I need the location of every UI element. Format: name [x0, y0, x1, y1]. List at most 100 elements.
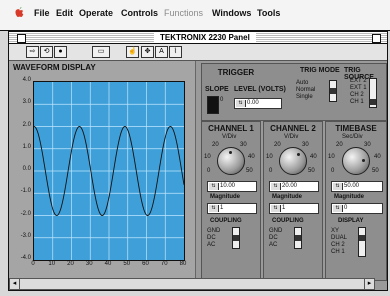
y-tick-label: -2.0	[20, 210, 31, 217]
menu-edit[interactable]: Edit	[56, 8, 73, 18]
waveform-svg	[33, 82, 185, 260]
trig-source-ch2: CH 2	[350, 92, 364, 98]
display-switch[interactable]	[358, 227, 366, 257]
window-title: TEKTRONIX 2230 Panel	[154, 32, 256, 43]
timebase-input[interactable]: ⇅ 50.00	[331, 181, 383, 192]
x-tick-label: 60	[142, 261, 149, 267]
channel1-coupling-switch[interactable]	[232, 227, 240, 249]
channel1-scale-20: 20	[212, 142, 219, 148]
channel2-section: CHANNEL 2 V/Div 20 30 10 40 0 50 ⇅ 20.00 …	[263, 121, 323, 281]
scroll-left-icon[interactable]: ◂	[10, 279, 20, 289]
trig-mode-switch[interactable]	[329, 80, 337, 102]
trig-mode-auto: Auto	[296, 80, 309, 86]
timebase-mag-label: Magnitude	[334, 194, 364, 200]
display-dual: DUAL	[331, 235, 348, 241]
channel2-coupling-ac: AC	[269, 242, 278, 248]
timebase-scale-40: 40	[374, 154, 381, 160]
wiring-icon[interactable]: ⌇	[169, 46, 182, 58]
menu-operate[interactable]: Operate	[79, 8, 113, 18]
timebase-title: TIMEBASE	[335, 124, 377, 133]
channel2-volts-knob[interactable]	[279, 147, 307, 175]
menu-functions[interactable]: Functions	[164, 8, 203, 18]
apple-menu-icon[interactable]	[14, 6, 25, 18]
front-panel: WAVEFORM DISPLAY 4.0 3.0 2.0 1.0 0.0 -1.0 -2.0…	[9, 61, 387, 290]
y-tick-label: -1.0	[20, 188, 31, 195]
level-label: LEVEL (VOLTS)	[234, 86, 286, 93]
pause-icon[interactable]: ▭	[92, 46, 110, 58]
channel1-volts-input[interactable]: ⇅ 10.00	[207, 181, 257, 192]
window-title-bar[interactable]: TEKTRONIX 2230 Panel	[9, 32, 387, 44]
timebase-stepper-icon[interactable]: ⇅	[333, 183, 343, 190]
trigger-title: TRIGGER	[217, 68, 255, 77]
channel1-coupling-dc: DC	[207, 235, 216, 241]
stop-icon[interactable]: ●	[54, 46, 67, 58]
channel2-scale-10: 10	[266, 154, 273, 160]
waveform-graph[interactable]	[33, 81, 185, 261]
timebase-mag-stepper-icon[interactable]: ⇅	[333, 205, 343, 212]
timebase-scale-50: 50	[372, 168, 379, 174]
channel1-section: CHANNEL 1 V/Div 20 30 10 40 0 50 ⇅ 10.00 …	[201, 121, 261, 281]
run-arrow-icon[interactable]: ⇨	[26, 46, 39, 58]
trig-mode-single: Single	[296, 94, 313, 100]
x-tick-label: 0	[31, 261, 35, 267]
x-tick-label: 20	[67, 261, 74, 267]
scroll-right-icon[interactable]: ▸	[364, 279, 374, 289]
channel1-volts-knob[interactable]	[217, 147, 245, 175]
trig-source-ext2: EXT 2	[350, 78, 367, 84]
waveform-title: WAVEFORM DISPLAY	[13, 63, 96, 72]
display-label: DISPLAY	[338, 218, 364, 224]
display-ch2: CH 2	[331, 242, 345, 248]
y-tick-label: 3.0	[22, 99, 31, 106]
channel2-coupling-switch[interactable]	[294, 227, 302, 249]
timebase-mag-input[interactable]: ⇅ 0	[331, 203, 383, 214]
waveform-panel: WAVEFORM DISPLAY 4.0 3.0 2.0 1.0 0.0 -1.0 -2.0…	[9, 61, 196, 279]
channel2-scale-40: 40	[310, 154, 317, 160]
horizontal-scrollbar[interactable]: ◂ ▸	[9, 278, 375, 290]
channel2-mag-stepper-icon[interactable]: ⇅	[271, 205, 281, 212]
channel2-volts-input[interactable]: ⇅ 20.00	[269, 181, 319, 192]
timebase-scale-20: 20	[336, 142, 343, 148]
panel-window: TEKTRONIX 2230 Panel ⇨ ⟲ ● ▭ ☝ ✥ A ⌇ WAV…	[8, 31, 388, 291]
trigger-section: TRIGGER SLOPE LEVEL (VOLTS) 0 ⇅ 0.00 TRIG…	[201, 63, 387, 121]
x-tick-label: 30	[85, 261, 93, 267]
channel2-unit: V/Div	[284, 134, 299, 140]
text-tool-icon[interactable]: A	[155, 46, 168, 58]
channel2-coupling-dc: DC	[269, 235, 278, 241]
menu-tools[interactable]: Tools	[257, 8, 280, 18]
channel1-coupling-ac: AC	[207, 242, 216, 248]
y-tick-label: -3.0	[20, 232, 31, 239]
operate-hand-icon[interactable]: ☝	[126, 46, 139, 58]
slope-toggle[interactable]	[207, 96, 219, 114]
display-ch1: CH 1	[331, 249, 345, 255]
level-input[interactable]: ⇅ 0.00	[234, 98, 282, 109]
level-stepper-icon[interactable]: ⇅	[236, 100, 246, 107]
trig-source-ch1: CH 1	[350, 99, 364, 105]
channel1-mag-input[interactable]: ⇅ 1	[207, 203, 257, 214]
display-xy: XY	[331, 228, 340, 234]
slope-label: SLOPE	[205, 86, 229, 93]
close-box-icon[interactable]	[17, 34, 26, 43]
channel2-stepper-icon[interactable]: ⇅	[271, 183, 281, 190]
run-continuous-icon[interactable]: ⟲	[40, 46, 53, 58]
trig-source-ext1: EXT 1	[350, 85, 367, 91]
channel2-mag-input[interactable]: ⇅ 1	[269, 203, 319, 214]
channel2-coupling-label: COUPLING	[272, 218, 304, 224]
channel1-scale-50: 50	[246, 168, 253, 174]
channel2-coupling-gnd: GND	[269, 228, 283, 234]
channel1-stepper-icon[interactable]: ⇅	[209, 183, 219, 190]
channel1-mag-stepper-icon[interactable]: ⇅	[209, 205, 219, 212]
timebase-knob[interactable]	[342, 147, 370, 175]
menu-controls[interactable]: Controls	[121, 8, 158, 18]
timebase-scale-30: 30	[364, 142, 371, 148]
zoom-box-icon[interactable]	[372, 34, 381, 43]
y-tick-label: 2.0	[22, 121, 31, 128]
timebase-scale-0: 0	[331, 168, 335, 174]
position-icon[interactable]: ✥	[141, 46, 154, 58]
channel2-scale-20: 20	[274, 142, 281, 148]
trig-source-switch[interactable]	[369, 78, 377, 108]
menu-windows[interactable]: Windows	[212, 8, 251, 18]
channel1-scale-10: 10	[204, 154, 211, 160]
channel2-scale-50: 50	[308, 168, 315, 174]
menu-file[interactable]: File	[34, 8, 50, 18]
trig-mode-normal: Normal	[296, 87, 316, 93]
